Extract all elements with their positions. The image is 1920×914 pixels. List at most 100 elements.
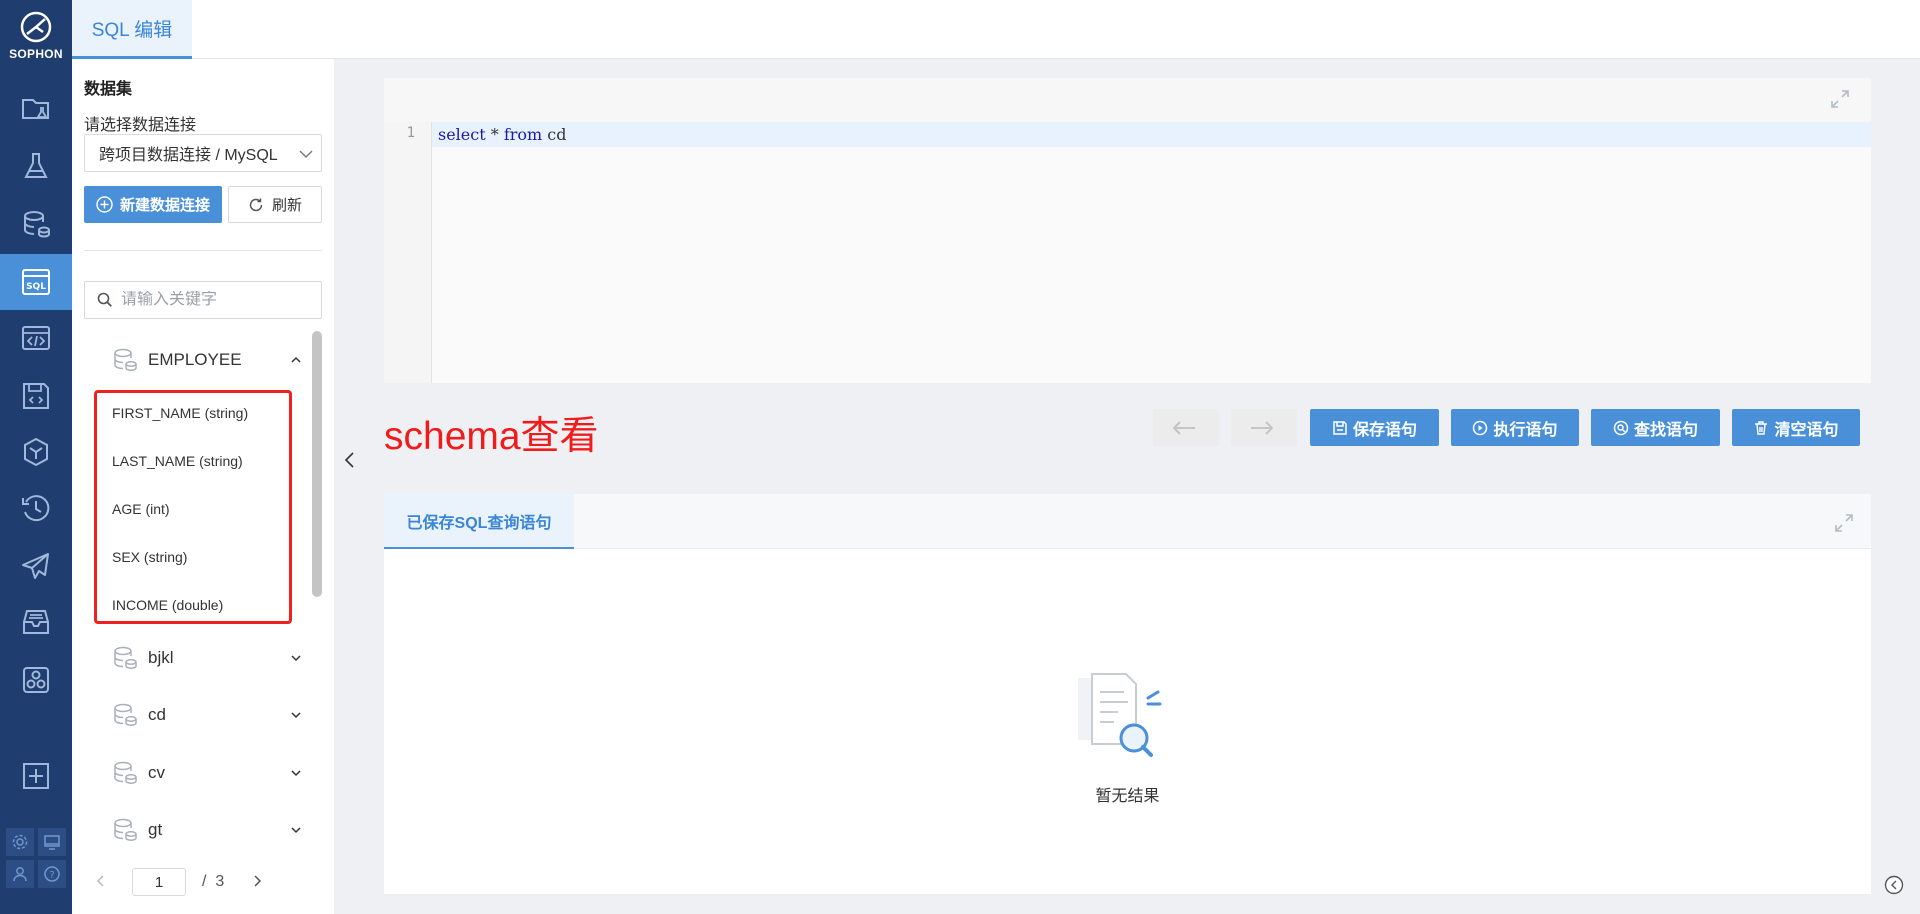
nav-models[interactable] [0,424,72,480]
code-line[interactable]: select * from cd [432,122,1871,147]
database-table-icon [114,818,137,841]
code-window-icon [22,326,50,350]
inbox-icon [23,610,49,634]
field-item: SEX (string) [112,549,188,565]
flask-icon [24,153,48,178]
nav-projects[interactable] [0,80,72,136]
panel-divider [84,250,322,251]
help-icon: ? [44,866,60,882]
monitor-button[interactable] [38,828,66,856]
nav-experiments[interactable] [0,138,72,194]
new-connection-button[interactable]: 新建数据连接 [84,186,222,223]
tab-saved-sql[interactable]: 已保存SQL查询语句 [384,494,574,549]
database-icon [24,211,50,238]
panel-title: 数据集 [84,81,133,98]
add-icon [23,763,49,789]
sql-editor[interactable]: 1 select * from cd [384,78,1871,383]
redo-button[interactable] [1231,409,1297,446]
collapse-panel-icon[interactable] [341,449,359,471]
database-table-icon [114,646,137,669]
nav-sql-editor[interactable]: SQL [0,254,72,310]
save-icon [1333,420,1347,435]
chevron-up-icon[interactable] [290,354,302,366]
save-code-icon [23,383,49,409]
chevron-down-icon[interactable] [290,767,302,779]
dataset-panel: 数据集 请选择数据连接 跨项目数据连接 / MySQL 新建数据连接 刷新 EM… [72,59,334,914]
chevron-left-icon[interactable] [94,873,108,889]
find-statement-button[interactable]: 查找语句 [1591,409,1720,446]
folder-flask-icon [22,99,49,119]
tree-item-bjkl[interactable]: bjkl [112,643,302,673]
nav-datasets[interactable] [0,196,72,252]
clear-statement-button[interactable]: 清空语句 [1732,409,1860,446]
page-number-input[interactable] [132,868,186,896]
tree-item-gt[interactable]: gt [112,815,302,845]
database-table-icon [114,761,137,784]
help-button[interactable]: ? [38,860,66,888]
saved-panel-header: 已保存SQL查询语句 [384,494,1871,549]
search-input[interactable] [121,291,311,309]
history-icon [22,495,50,522]
user-button[interactable] [6,860,34,888]
table-search[interactable] [84,281,322,319]
tree-scrollbar[interactable] [312,331,322,597]
expand-icon[interactable] [1833,512,1855,534]
table-name: bjkl [148,648,174,667]
code-token: * [485,125,504,144]
play-circle-icon [1473,420,1488,435]
tree-item-employee[interactable]: EMPLOYEE [112,345,302,375]
nav-saved-code[interactable] [0,368,72,424]
nav-publish[interactable] [0,538,72,594]
new-connection-label: 新建数据连接 [119,197,210,214]
apps-icon [23,667,49,693]
schema-annotation: schema查看 [384,415,599,458]
line-number: 1 [406,125,415,141]
cube-icon [24,437,48,467]
svg-text:SQL: SQL [26,282,46,292]
execute-statement-label: 执行语句 [1493,421,1558,439]
trash-icon [1755,420,1768,435]
table-name: EMPLOYEE [148,350,242,369]
sql-icon: SQL [22,269,50,295]
tree-item-cd[interactable]: cd [112,700,302,730]
nav-inbox[interactable] [0,594,72,650]
tree-item-cv[interactable]: cv [112,758,302,788]
code-keyword: select [438,125,486,144]
chevron-down-icon[interactable] [290,652,302,664]
code-token: cd [542,125,567,144]
chevron-right-icon[interactable] [250,873,264,889]
top-tab-bar: SQL 编辑 [72,0,1920,59]
nav-apps[interactable] [0,652,72,708]
page-separator: / [202,873,207,890]
back-to-top-icon[interactable] [1883,874,1905,896]
find-statement-label: 查找语句 [1633,421,1698,439]
logo-text: SOPHON [9,47,63,61]
settings-button[interactable] [6,828,34,856]
save-statement-button[interactable]: 保存语句 [1310,409,1439,446]
tab-sql-editor[interactable]: SQL 编辑 [72,0,192,59]
nav-add[interactable] [0,748,72,804]
field-item: FIRST_NAME (string) [112,405,249,421]
field-item: LAST_NAME (string) [112,453,243,469]
nav-history[interactable] [0,480,72,536]
find-icon [1613,420,1629,435]
saved-statements-panel: 已保存SQL查询语句 暂无结果 [384,494,1871,894]
rail-utility-grid: ? [6,828,66,888]
expand-icon[interactable] [1829,88,1851,110]
chevron-down-icon[interactable] [290,709,302,721]
plus-circle-icon [96,196,113,213]
send-icon [22,553,49,579]
nav-code[interactable] [0,310,72,366]
sophon-logo[interactable]: SOPHON [0,10,72,70]
table-name: gt [148,820,163,839]
page-total: / 3 [202,873,224,891]
refresh-button[interactable]: 刷新 [228,186,322,223]
undo-button[interactable] [1153,409,1219,446]
editor-header [384,78,1871,122]
connection-select[interactable]: 跨项目数据连接 / MySQL [84,134,322,172]
connection-label: 请选择数据连接 [84,117,197,134]
execute-statement-button[interactable]: 执行语句 [1451,409,1579,446]
chevron-down-icon[interactable] [290,824,302,836]
monitor-icon [44,835,60,850]
connection-value: 跨项目数据连接 / MySQL [99,147,278,164]
